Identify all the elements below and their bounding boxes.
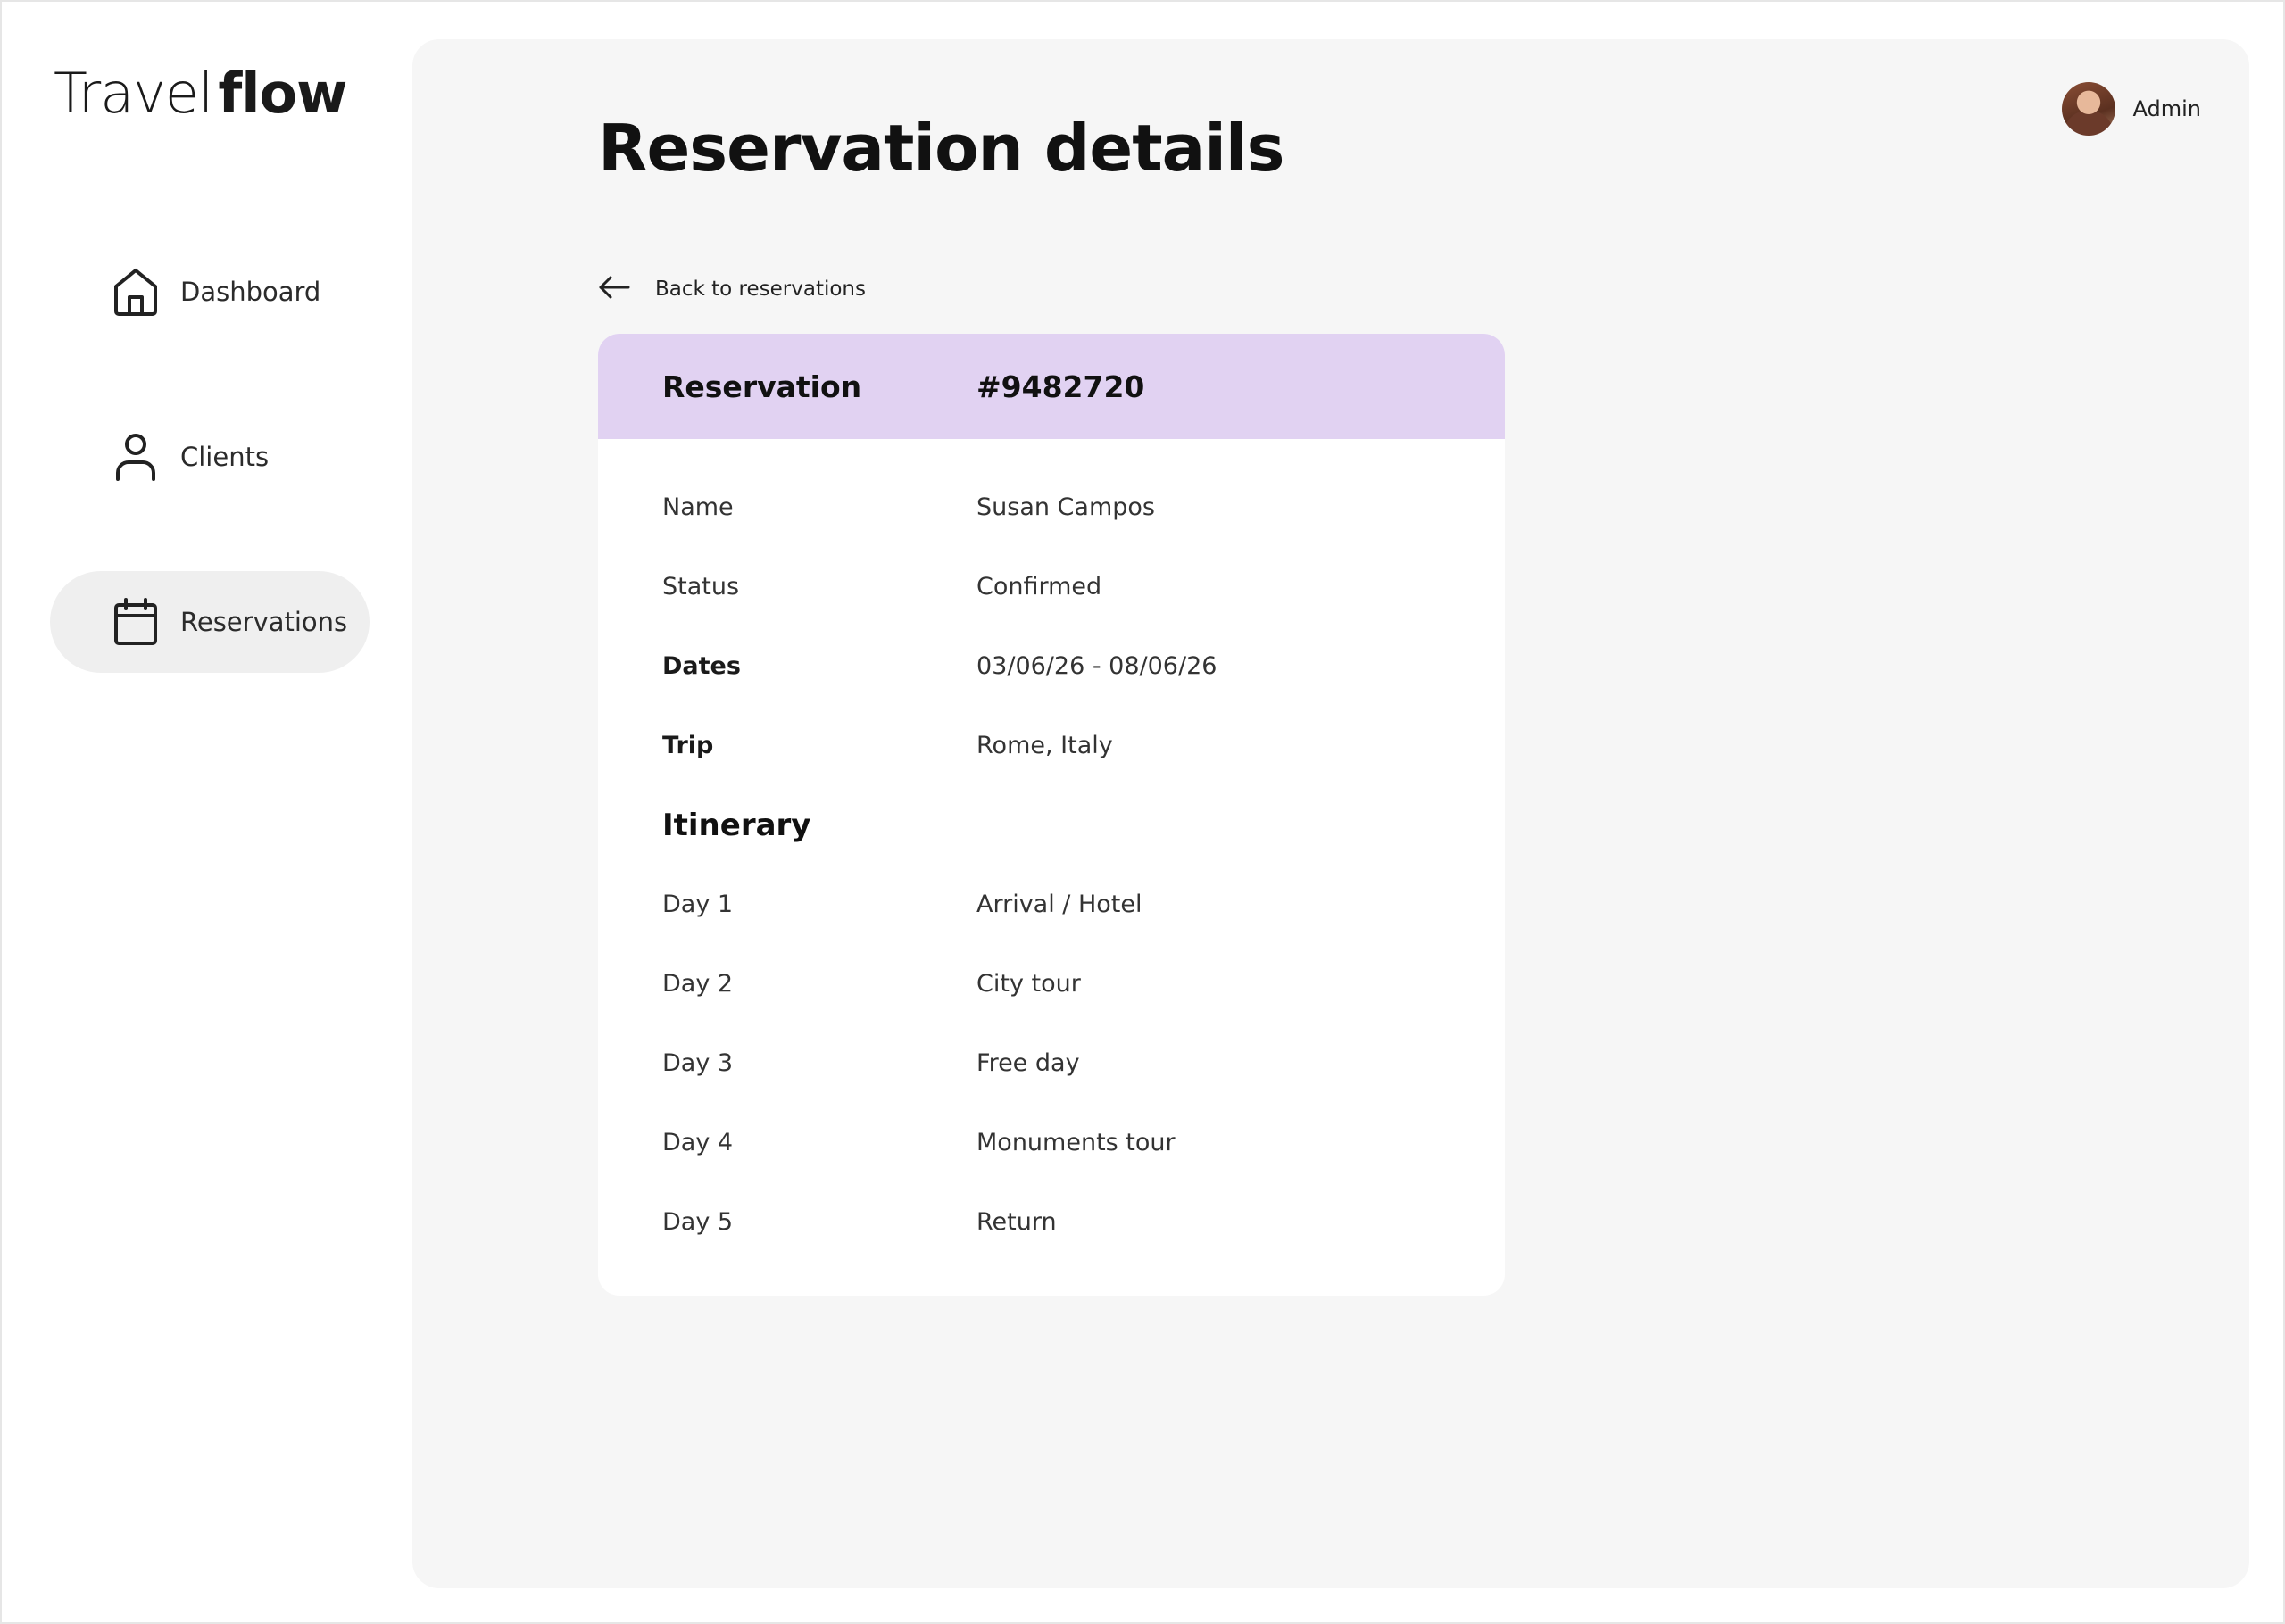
reservation-label: Reservation [662, 369, 862, 404]
itinerary-day: Day 5 [662, 1208, 734, 1236]
user-icon [112, 434, 159, 481]
user-menu[interactable]: Admin [2061, 82, 2202, 136]
reservation-number: #9482720 [976, 369, 1145, 404]
field-value: 03/06/26 - 08/06/26 [976, 652, 1217, 680]
arrow-left-icon [598, 275, 630, 303]
logo-text-bold: flow [218, 61, 347, 126]
reservation-card-header: Reservation #9482720 [598, 334, 1505, 439]
field-value: Rome, Italy [976, 732, 1113, 759]
itinerary-title: Itinerary [662, 807, 811, 843]
field-row-status: Status Confirmed [662, 547, 1505, 626]
back-to-reservations-link[interactable]: Back to reservations [598, 275, 866, 303]
main-panel: Admin Reservation details Back to reserv… [412, 39, 2249, 1588]
field-value: Confirmed [976, 573, 1102, 601]
itinerary-activity: City tour [976, 970, 1081, 998]
sidebar-item-reservations[interactable]: Reservations [50, 571, 370, 673]
field-row-trip: Trip Rome, Italy [662, 706, 1505, 785]
sidebar-item-label: Reservations [180, 607, 348, 637]
app-logo[interactable]: Travelflow [54, 66, 347, 121]
reservation-fields: Name Susan Campos Status Confirmed Dates… [598, 439, 1505, 1262]
itinerary-row: Day 5 Return [662, 1182, 1505, 1262]
home-icon [112, 269, 159, 316]
field-row-dates: Dates 03/06/26 - 08/06/26 [662, 626, 1505, 706]
itinerary-row: Day 4 Monuments tour [662, 1103, 1505, 1182]
sidebar-item-label: Dashboard [180, 277, 321, 307]
app-frame: Travelflow Dashboard Clients Reservation… [0, 0, 2285, 1624]
itinerary-activity: Monuments tour [976, 1129, 1176, 1156]
field-value: Susan Campos [976, 493, 1155, 521]
field-label: Name [662, 493, 734, 521]
user-name: Admin [2132, 96, 2202, 121]
sidebar-item-label: Clients [180, 442, 270, 472]
itinerary-day: Day 4 [662, 1129, 734, 1156]
field-row-name: Name Susan Campos [662, 468, 1505, 547]
field-label: Status [662, 573, 740, 601]
itinerary-activity: Arrival / Hotel [976, 891, 1142, 918]
field-label: Dates [662, 652, 741, 680]
sidebar-item-clients[interactable]: Clients [50, 406, 370, 508]
field-label: Trip [662, 732, 714, 759]
calendar-icon [112, 598, 159, 645]
itinerary-day: Day 2 [662, 970, 734, 998]
itinerary-row: Day 3 Free day [662, 1023, 1505, 1103]
itinerary-day: Day 1 [662, 891, 734, 918]
itinerary-activity: Return [976, 1208, 1057, 1236]
avatar [2061, 82, 2115, 136]
itinerary-row: Day 2 City tour [662, 944, 1505, 1023]
sidebar-item-dashboard[interactable]: Dashboard [50, 241, 370, 343]
itinerary-day: Day 3 [662, 1049, 734, 1077]
itinerary-activity: Free day [976, 1049, 1080, 1077]
reservation-card: Reservation #9482720 Name Susan Campos S… [598, 334, 1505, 1296]
back-link-label: Back to reservations [655, 278, 866, 301]
itinerary-row: Day 1 Arrival / Hotel [662, 865, 1505, 944]
page-title: Reservation details [598, 111, 1284, 186]
logo-text-light: Travel [54, 61, 213, 126]
